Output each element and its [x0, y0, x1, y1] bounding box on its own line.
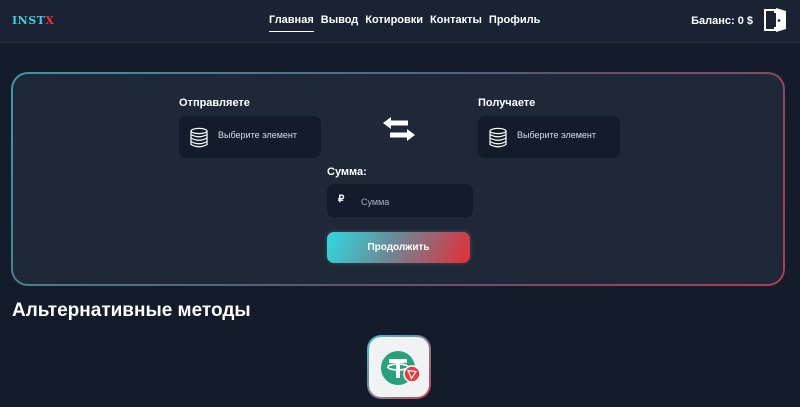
main-nav: Главная Вывод Котировки Контакты Профиль [269, 14, 540, 32]
coins-stack-icon [190, 127, 208, 148]
receive-currency-select[interactable]: Выберите элемент [478, 116, 620, 158]
ruble-sign: ₽ [338, 194, 345, 205]
coins-stack-icon [489, 127, 507, 148]
receive-label: Получаете [478, 97, 536, 109]
send-currency-select[interactable]: Выберите элемент [179, 116, 321, 158]
nav-item-quotes[interactable]: Котировки [365, 14, 423, 32]
nav-item-withdraw[interactable]: Вывод [321, 14, 359, 32]
continue-button[interactable]: Продолжить [327, 232, 470, 263]
logo-accent: X [45, 14, 55, 27]
door-exit-icon [764, 8, 786, 32]
amount-input[interactable] [359, 192, 467, 211]
logo[interactable]: INSTX [12, 14, 54, 27]
amount-label: Сумма: [327, 166, 367, 178]
swap-button[interactable] [381, 116, 417, 142]
swap-arrows-icon [383, 117, 415, 141]
nav-item-contacts[interactable]: Контакты [430, 14, 482, 32]
alternatives-title: Альтернативные методы [12, 300, 251, 321]
method-usdt-trc20[interactable] [367, 335, 431, 399]
top-navbar: INSTX Главная Вывод Котировки Контакты П… [0, 0, 800, 43]
balance-text: Баланс: 0 $ [691, 15, 753, 27]
logo-text: INST [12, 14, 46, 27]
nav-item-profile[interactable]: Профиль [489, 14, 540, 32]
send-label: Отправляете [179, 97, 250, 109]
nav-item-home[interactable]: Главная [269, 14, 314, 32]
exit-button[interactable] [761, 6, 789, 34]
usdt-trc20-icon [381, 351, 421, 385]
send-select-text: Выберите элемент [218, 130, 298, 140]
amount-field: ₽ [327, 184, 473, 217]
receive-select-text: Выберите элемент [517, 130, 597, 140]
